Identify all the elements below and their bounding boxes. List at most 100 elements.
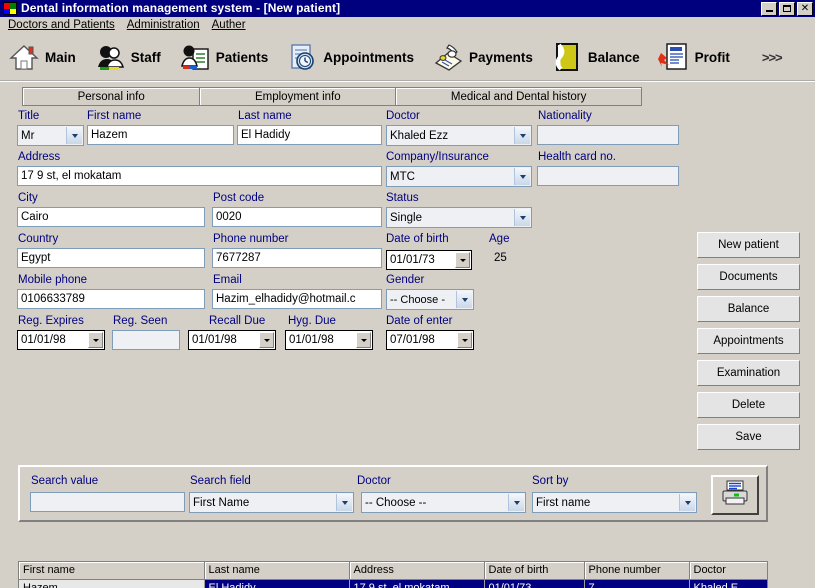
label-mobile-phone: Mobile phone: [18, 274, 88, 286]
toolbar-button-profit[interactable]: Profit: [657, 41, 730, 73]
minimize-button[interactable]: [761, 1, 777, 16]
country-input[interactable]: Egypt: [17, 248, 205, 268]
address-input[interactable]: 17 9 st, el mokatam: [17, 166, 382, 186]
reg-seen-input[interactable]: [112, 330, 180, 350]
cell-address[interactable]: 17 9 st, el mokatam: [349, 579, 485, 588]
chevron-down-icon[interactable]: [66, 127, 82, 144]
date-of-birth-picker[interactable]: 01/01/73: [386, 250, 472, 270]
cell-doctor[interactable]: Khaled E: [689, 579, 767, 588]
status-select[interactable]: Single: [386, 207, 532, 228]
column-header-first-name[interactable]: First name: [19, 562, 205, 580]
restore-button[interactable]: [779, 1, 795, 16]
label-last-name: Last name: [238, 110, 292, 122]
search-field-select[interactable]: First Name: [189, 492, 354, 513]
save-button[interactable]: Save: [697, 424, 800, 450]
chevron-down-icon[interactable]: [88, 332, 103, 348]
column-header-last-name[interactable]: Last name: [204, 562, 350, 580]
toolbar-button-appointments[interactable]: Appointments: [286, 41, 414, 73]
main-toolbar: Main Staff Patients Appointments Payment…: [0, 34, 815, 82]
label-search-doctor: Doctor: [357, 475, 391, 487]
chevron-down-icon[interactable]: [514, 127, 530, 144]
toolbar-button-patients[interactable]: Patients: [179, 41, 268, 73]
column-header-phone-number[interactable]: Phone number: [584, 562, 690, 580]
patient-results-grid[interactable]: First name Last name Address Date of bir…: [18, 561, 768, 588]
chevron-down-icon[interactable]: [514, 168, 530, 185]
company-insurance-select[interactable]: MTC: [386, 166, 532, 187]
save-button-label: Save: [735, 431, 762, 443]
cell-last-name[interactable]: El Hadidy: [204, 579, 350, 588]
label-post-code: Post code: [213, 192, 265, 204]
search-doctor-select[interactable]: -- Choose --: [361, 492, 526, 513]
profit-report-icon: [657, 41, 690, 73]
chevron-down-icon[interactable]: [336, 494, 352, 511]
label-city: City: [18, 192, 38, 204]
email-input[interactable]: Hazim_elhadidy@hotmail.c: [212, 289, 382, 309]
toolbar-button-main[interactable]: Main: [8, 41, 76, 73]
mobile-phone-input[interactable]: 0106633789: [17, 289, 205, 309]
search-value-input[interactable]: [30, 492, 185, 512]
sort-by-select[interactable]: First name: [532, 492, 697, 513]
balance-button[interactable]: Balance: [697, 296, 800, 322]
appointments-button[interactable]: Appointments: [697, 328, 800, 354]
post-code-input[interactable]: 0020: [212, 207, 382, 227]
menu-doctors-and-patients[interactable]: Doctors and Patients: [4, 18, 123, 32]
doctor-select[interactable]: Khaled Ezz: [386, 125, 532, 146]
title-select[interactable]: Mr: [17, 125, 84, 146]
chevron-down-icon[interactable]: [455, 252, 470, 268]
chevron-down-icon[interactable]: [259, 332, 274, 348]
examination-button[interactable]: Examination: [697, 360, 800, 386]
toolbar-button-balance[interactable]: Balance: [551, 41, 640, 73]
new-patient-button-label: New patient: [718, 239, 779, 251]
toolbar-label-main: Main: [45, 49, 76, 65]
status-value: Single: [390, 212, 422, 224]
tab-personal-info[interactable]: Personal info: [23, 88, 201, 105]
print-button[interactable]: [711, 475, 759, 515]
documents-button[interactable]: Documents: [697, 264, 800, 290]
chevron-down-icon[interactable]: [356, 332, 371, 348]
chevron-down-icon[interactable]: [508, 494, 524, 511]
tab-medical-dental-history[interactable]: Medical and Dental history: [396, 88, 641, 105]
menu-administration[interactable]: Administration: [123, 18, 208, 32]
phone-number-input[interactable]: 7677287: [212, 248, 382, 268]
label-date-of-enter: Date of enter: [386, 315, 453, 327]
tab-employment-info[interactable]: Employment info: [200, 88, 397, 105]
chevron-down-icon[interactable]: [679, 494, 695, 511]
toolbar-button-payments[interactable]: Payments: [432, 41, 533, 73]
label-first-name: First name: [87, 110, 142, 122]
new-patient-button[interactable]: New patient: [697, 232, 800, 258]
column-header-date-of-birth[interactable]: Date of birth: [484, 562, 585, 580]
toolbar-more-button[interactable]: >>>: [762, 50, 783, 65]
hyg-due-value: 01/01/98: [289, 334, 334, 346]
chevron-down-icon[interactable]: [457, 332, 472, 348]
column-header-address[interactable]: Address: [349, 562, 485, 580]
search-panel: Search value Search field Doctor Sort by…: [18, 465, 768, 522]
last-name-input[interactable]: El Hadidy: [237, 125, 382, 145]
nationality-input[interactable]: [537, 125, 679, 145]
reg-expires-value: 01/01/98: [21, 334, 66, 346]
delete-button[interactable]: Delete: [697, 392, 800, 418]
recall-due-picker[interactable]: 01/01/98: [188, 330, 276, 350]
chevron-down-icon[interactable]: [514, 209, 530, 226]
first-name-input[interactable]: Hazem: [87, 125, 234, 145]
payments-hand-icon: [432, 41, 464, 73]
menu-auther[interactable]: Auther: [208, 18, 254, 32]
cell-first-name[interactable]: Hazem: [19, 579, 205, 588]
hyg-due-picker[interactable]: 01/01/98: [285, 330, 373, 350]
label-recall-due: Recall Due: [209, 315, 266, 327]
table-row[interactable]: Hazem El Hadidy 17 9 st, el mokatam 01/0…: [19, 579, 767, 588]
city-input[interactable]: Cairo: [17, 207, 205, 227]
label-gender: Gender: [386, 274, 425, 286]
close-button[interactable]: ✕: [797, 1, 813, 16]
reg-expires-picker[interactable]: 01/01/98: [17, 330, 105, 350]
column-header-doctor[interactable]: Doctor: [689, 562, 767, 580]
cell-date-of-birth[interactable]: 01/01/73: [484, 579, 585, 588]
cell-phone-number[interactable]: 7: [584, 579, 690, 588]
recall-due-value: 01/01/98: [192, 334, 237, 346]
health-card-no-input[interactable]: [537, 166, 679, 186]
label-date-of-birth: Date of birth: [386, 233, 449, 245]
gender-select[interactable]: -- Choose -: [386, 289, 474, 310]
window-titlebar[interactable]: Dental information management system - […: [0, 0, 815, 17]
toolbar-button-staff[interactable]: Staff: [94, 41, 161, 73]
date-of-enter-picker[interactable]: 07/01/98: [386, 330, 474, 350]
chevron-down-icon[interactable]: [456, 291, 472, 308]
